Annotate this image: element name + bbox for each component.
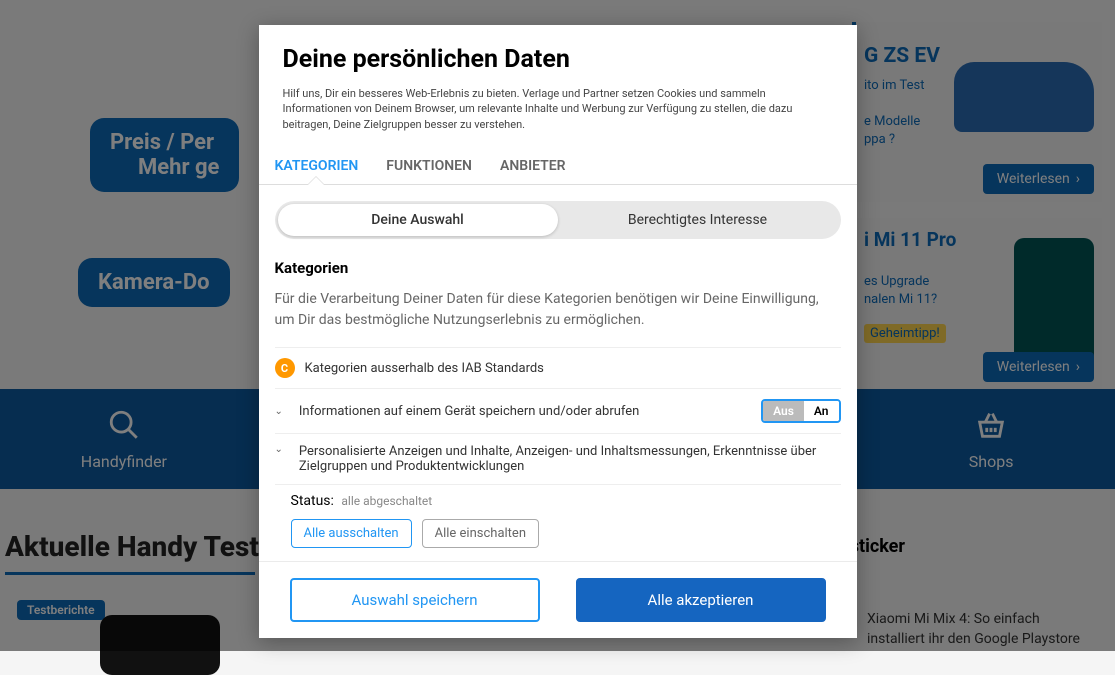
accept-all-button[interactable]: Alle akzeptieren <box>576 578 826 622</box>
toggle-off[interactable]: Aus <box>763 401 804 421</box>
consent-modal: Deine persönlichen Daten Hilf uns, Dir e… <box>259 25 857 638</box>
category-badge-icon: C <box>275 358 295 378</box>
segment-control: Deine Auswahl Berechtigtes Interesse <box>275 201 841 239</box>
save-selection-button[interactable]: Auswahl speichern <box>290 578 540 622</box>
modal-tabs: KATEGORIEN FUNKTIONEN ANBIETER <box>259 148 857 185</box>
row-personalized[interactable]: ⌄ Personalisierte Anzeigen und Inhalte, … <box>275 433 841 485</box>
chevron-down-icon: ⌄ <box>275 444 283 455</box>
all-off-button[interactable]: Alle ausschalten <box>291 519 412 548</box>
row-store-info[interactable]: ⌄ Informationen auf einem Gerät speicher… <box>275 388 841 433</box>
toggle-store-info[interactable]: Aus An <box>761 399 840 423</box>
segment-interest[interactable]: Berechtigtes Interesse <box>558 204 838 236</box>
row-label: Informationen auf einem Gerät speichern … <box>299 404 639 419</box>
tab-anbieter[interactable]: ANBIETER <box>500 148 566 184</box>
status-row: Status: alle abgeschaltet <box>275 485 841 519</box>
tab-funktionen[interactable]: FUNKTIONEN <box>386 148 472 184</box>
modal-title: Deine persönlichen Daten <box>283 45 833 74</box>
categories-heading: Kategorien <box>275 259 841 277</box>
row-label: Kategorien ausserhalb des IAB Standards <box>305 361 544 376</box>
toggle-on[interactable]: An <box>804 401 839 421</box>
row-label: Personalisierte Anzeigen und Inhalte, An… <box>299 444 841 474</box>
chevron-down-icon: ⌄ <box>275 406 283 417</box>
modal-description: Hilf uns, Dir ein besseres Web-Erlebnis … <box>283 86 833 132</box>
categories-desc: Für die Verarbeitung Deiner Daten für di… <box>275 289 841 331</box>
all-on-button[interactable]: Alle einschalten <box>422 519 539 548</box>
row-outside-iab[interactable]: C Kategorien ausserhalb des IAB Standard… <box>275 347 841 388</box>
tab-kategorien[interactable]: KATEGORIEN <box>275 148 359 184</box>
segment-choice[interactable]: Deine Auswahl <box>278 204 558 236</box>
